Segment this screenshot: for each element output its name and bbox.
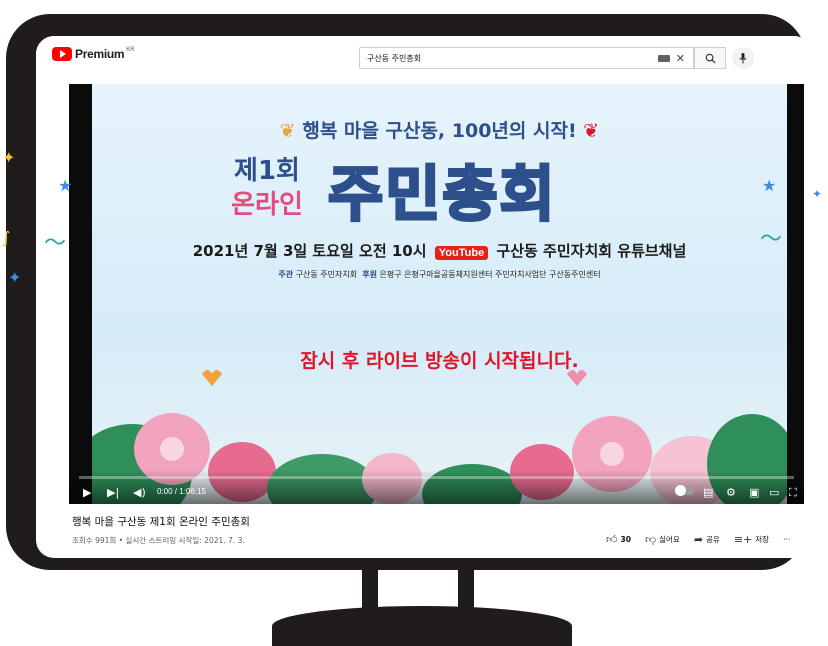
swirl-icon: ∫ <box>2 228 11 247</box>
search-button[interactable] <box>694 47 726 69</box>
tulip-icon: ❦ <box>279 120 296 142</box>
dislike-label: 싫어요 <box>659 535 680 544</box>
share-icon: ➦ <box>693 533 704 546</box>
search-icon <box>705 53 716 64</box>
microphone-icon <box>739 52 747 63</box>
dislike-button[interactable]: 👎︎ 싫어요 <box>645 533 680 546</box>
share-button[interactable]: ➦ 공유 <box>694 533 720 546</box>
save-label: 저장 <box>755 535 770 544</box>
star-icon: ✦ <box>812 187 823 201</box>
keyboard-icon[interactable] <box>657 54 670 62</box>
youtube-play-icon <box>52 47 72 61</box>
wave-icon: 〜 <box>760 227 783 252</box>
theater-mode-icon[interactable]: ▭ <box>769 486 779 499</box>
search-input[interactable]: 구산동 주민총회 ✕ <box>359 47 694 69</box>
monitor-frame: Premium KR 구산동 주민총회 ✕ ❦ 행복 마을 구산동, 100년의… <box>6 14 812 570</box>
star-icon: ✦ <box>2 148 16 167</box>
next-icon[interactable]: ▶| <box>107 486 119 499</box>
like-count: 30 <box>620 535 631 544</box>
video-subtitle: ❦ 행복 마을 구산동, 100년의 시작! ❦ <box>279 120 600 142</box>
star-icon: ★ <box>762 176 777 195</box>
settings-icon[interactable]: ⚙ <box>726 486 736 499</box>
search-query: 구산동 주민총회 <box>367 53 422 63</box>
top-bar: Premium KR 구산동 주민총회 ✕ <box>36 36 812 72</box>
logo-text: Premium <box>75 47 125 61</box>
autoplay-toggle[interactable] <box>674 485 694 496</box>
star-icon: ✦ <box>8 268 22 287</box>
monitor-screen: Premium KR 구산동 주민총회 ✕ ❦ 행복 마을 구산동, 100년의… <box>36 36 812 558</box>
thumbs-up-icon: 👍︎ <box>606 533 618 546</box>
save-button[interactable]: ≡+ 저장 <box>734 533 769 546</box>
tulip-icon: ❦ <box>583 120 600 142</box>
video-edition: 제1회 온라인 <box>231 156 303 220</box>
subtitles-icon[interactable]: ▤ <box>703 486 713 499</box>
star-icon: ★ <box>58 176 73 195</box>
playlist-add-icon: ≡+ <box>733 533 753 546</box>
logo-region: KR <box>126 47 135 53</box>
more-button[interactable]: ··· <box>783 535 790 544</box>
progress-bar[interactable] <box>79 476 794 479</box>
video-player[interactable]: ❦ 행복 마을 구산동, 100년의 시작! ❦ 제1회 온라인 주민총회 20… <box>69 84 804 504</box>
time-display: 0:00 / 1:06:15 <box>157 487 206 496</box>
video-meta: 조회수 991회 • 실시간 스트리밍 시작일: 2021. 7. 3. <box>72 536 245 545</box>
youtube-logo[interactable]: Premium KR <box>52 47 135 61</box>
miniplayer-icon[interactable]: ▣ <box>749 486 759 499</box>
monitor-stand-neck <box>362 570 474 610</box>
video-actions: 👍︎ 30 👎︎ 싫어요 ➦ 공유 ≡+ 저장 ··· <box>606 533 804 546</box>
volume-icon[interactable]: ◀) <box>133 486 146 499</box>
video-organizers: 주관 구산동 주민자치회 후원 은평구 은평구마을공동체지원센터 주민자치사업단… <box>278 270 601 279</box>
youtube-badge: YouTube <box>434 246 489 260</box>
more-icon: ··· <box>783 535 791 544</box>
video-title: 행복 마을 구산동 제1회 온라인 주민총회 <box>72 516 250 528</box>
like-button[interactable]: 👍︎ 30 <box>606 533 631 546</box>
player-controls: ▶ ▶| ◀) 0:00 / 1:06:15 ▤ ⚙ ▣ ▭ ⛶ <box>69 470 804 504</box>
video-thumbnail[interactable]: ❦ 행복 마을 구산동, 100년의 시작! ❦ 제1회 온라인 주민총회 20… <box>92 84 787 504</box>
clear-icon[interactable]: ✕ <box>676 52 685 65</box>
play-icon[interactable]: ▶ <box>83 486 91 499</box>
fullscreen-icon[interactable]: ⛶ <box>789 486 797 500</box>
video-main-title: 주민총회 <box>327 159 557 232</box>
wave-icon: 〜 <box>44 231 67 256</box>
share-label: 공유 <box>706 535 720 544</box>
voice-search-button[interactable] <box>732 47 754 69</box>
thumbs-down-icon: 👎︎ <box>644 533 657 546</box>
monitor-stand-base <box>272 606 572 646</box>
video-date-line: 2021년 7월 3일 토요일 오전 10시 YouTube 구산동 주민자치회… <box>192 242 687 260</box>
